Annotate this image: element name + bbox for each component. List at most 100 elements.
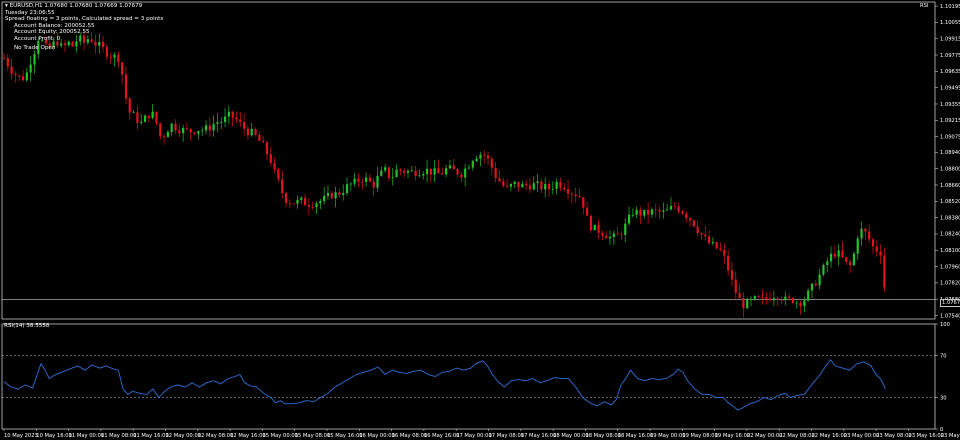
bear-candle xyxy=(231,111,234,118)
bull-candle xyxy=(445,168,448,175)
current-price-label: 1.07679 xyxy=(940,299,960,307)
bull-candle xyxy=(151,111,154,119)
bear-candle xyxy=(566,189,570,194)
rsi-panel-frame xyxy=(1,323,936,430)
bear-candle xyxy=(105,47,109,57)
bear-candle xyxy=(136,112,139,123)
price-tick-label: 1.10055 xyxy=(940,20,960,26)
bear-candle xyxy=(109,56,112,58)
bear-candle xyxy=(574,194,577,197)
bull-candle xyxy=(220,121,223,123)
bear-candle xyxy=(124,74,128,99)
bear-candle xyxy=(490,158,493,168)
bear-candle xyxy=(540,181,543,190)
bear-candle xyxy=(208,125,211,131)
bear-candle xyxy=(707,236,711,244)
bull-candle xyxy=(406,170,410,173)
trading-chart-window[interactable]: 1.10195 1.10055 1.09915 1.09775 1.09635 1.094… xyxy=(0,0,960,440)
bull-candle xyxy=(212,123,215,131)
bear-candle xyxy=(723,249,726,256)
price-tick-label: 1.09915 xyxy=(940,37,960,43)
bear-candle xyxy=(372,181,375,188)
bear-candle xyxy=(399,169,402,171)
bear-candle xyxy=(505,185,509,187)
bull-candle xyxy=(749,298,753,300)
bear-candle xyxy=(738,292,741,299)
bear-candle xyxy=(730,270,734,280)
bull-candle xyxy=(650,209,654,215)
bear-candle xyxy=(246,128,250,136)
bear-candle xyxy=(502,181,505,186)
price-tick-label: 1.07960 xyxy=(940,264,960,270)
bear-candle xyxy=(368,177,371,182)
bull-candle xyxy=(376,175,379,188)
bull-candle xyxy=(837,250,840,257)
bull-candle xyxy=(666,209,669,211)
rsi-tick-label: 100 xyxy=(940,322,950,328)
bull-candle xyxy=(250,128,253,136)
bear-candle xyxy=(303,197,307,206)
price-tick-label: 1.08520 xyxy=(940,199,960,205)
bull-candle xyxy=(60,43,63,46)
bull-candle xyxy=(33,53,36,65)
bear-candle xyxy=(243,122,246,129)
bull-candle xyxy=(810,283,814,291)
bear-candle xyxy=(578,196,581,198)
bull-candle xyxy=(612,233,615,237)
bull-candle xyxy=(479,154,482,159)
rsi-series-line xyxy=(3,358,886,411)
bear-candle xyxy=(517,181,520,188)
bear-candle xyxy=(883,255,886,288)
bull-candle xyxy=(132,112,135,114)
bear-candle xyxy=(94,41,97,46)
bear-candle xyxy=(639,209,642,216)
bull-candle xyxy=(509,184,513,187)
bull-candle xyxy=(624,223,627,235)
rsi-indicator-tag[interactable]: RSI xyxy=(920,3,928,9)
price-tick-label: 1.10195 xyxy=(940,4,960,10)
bull-candle xyxy=(197,131,200,134)
bear-candle xyxy=(262,140,265,143)
bear-candle xyxy=(849,261,852,266)
bull-candle xyxy=(216,122,219,124)
bear-candle xyxy=(761,296,764,298)
bear-candle xyxy=(147,115,150,119)
bull-candle xyxy=(201,130,204,132)
bull-candle xyxy=(772,298,775,301)
time-tick-label: 17 May 16:00 xyxy=(521,433,557,439)
rsi-tick-label: 70 xyxy=(940,353,947,359)
bull-candle xyxy=(227,111,230,117)
bull-candle xyxy=(513,181,516,185)
bull-candle xyxy=(29,64,32,73)
bear-candle xyxy=(692,220,695,227)
bear-candle xyxy=(235,117,238,120)
bear-candle xyxy=(601,232,604,236)
bear-candle xyxy=(162,136,166,138)
time-tick-label: 23 May 22:00 xyxy=(941,433,960,439)
time-tick-label: 12 May 16:00 xyxy=(230,433,266,439)
bull-candle xyxy=(345,184,349,193)
chart-canvas[interactable]: 1.10195 1.10055 1.09915 1.09775 1.09635 1.094… xyxy=(0,0,960,440)
time-tick-label: 19 May 16:00 xyxy=(715,433,751,439)
time-tick-label: 12 May 08:00 xyxy=(198,433,234,439)
bear-candle xyxy=(437,168,440,174)
time-tick-label: 23 May 16:00 xyxy=(908,433,944,439)
bear-candle xyxy=(727,255,730,271)
time-tick-label: 10 May 16:00 xyxy=(36,433,72,439)
bear-candle xyxy=(681,211,684,214)
time-tick-label: 15 May 16:00 xyxy=(327,433,363,439)
bear-candle xyxy=(281,179,284,194)
time-tick-label: 11 May 08:00 xyxy=(101,433,137,439)
bear-candle xyxy=(128,98,131,113)
time-tick-label: 22 May 16:00 xyxy=(812,433,848,439)
bull-candle xyxy=(315,203,318,208)
bull-candle xyxy=(319,201,322,204)
bear-candle xyxy=(63,43,67,46)
bull-candle xyxy=(608,236,612,239)
price-tick-label: 1.09495 xyxy=(940,85,960,91)
bear-candle xyxy=(452,165,455,170)
bull-candle xyxy=(746,299,749,309)
bull-candle xyxy=(384,167,387,171)
bull-candle xyxy=(852,253,856,266)
bull-candle xyxy=(79,35,82,42)
